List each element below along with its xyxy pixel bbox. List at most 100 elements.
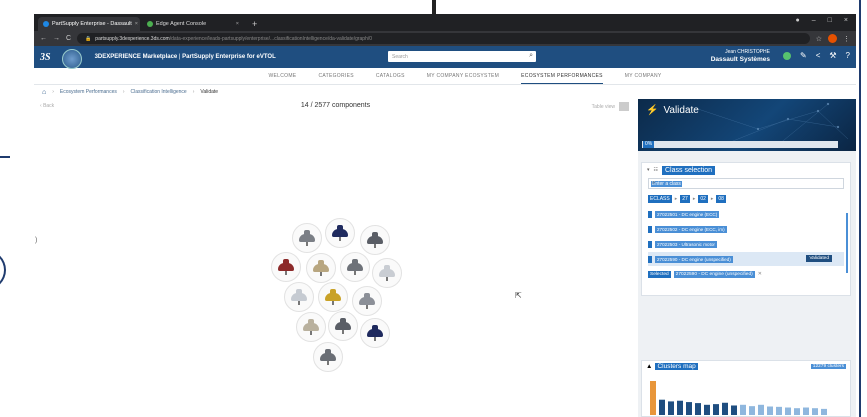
- cluster-bar[interactable]: [794, 408, 800, 415]
- minimize-icon[interactable]: –: [812, 17, 816, 24]
- eclass-level-3[interactable]: 08: [716, 195, 726, 203]
- table-grid-icon: [619, 102, 629, 111]
- nav-item-ecosystem-performances[interactable]: ECOSYSTEM PERFORMANCES: [521, 69, 603, 84]
- star-icon[interactable]: ☆: [816, 35, 822, 43]
- cluster-bar[interactable]: [704, 404, 710, 415]
- nav-item-welcome[interactable]: WELCOME: [269, 73, 297, 79]
- slide-left-margin: [0, 0, 34, 417]
- search-icon[interactable]: ⌕: [529, 52, 533, 60]
- cluster-bar[interactable]: [668, 401, 674, 415]
- cluster-bar[interactable]: [650, 381, 656, 415]
- validated-button[interactable]: Validated: [806, 255, 832, 262]
- close-window-icon[interactable]: ×: [844, 17, 848, 24]
- component-bubble-red[interactable]: [271, 252, 301, 282]
- cluster-bar[interactable]: [758, 404, 764, 415]
- browser-tab-edge-console[interactable]: Edge Agent Console ×: [142, 17, 244, 31]
- home-icon[interactable]: ⌂: [42, 89, 46, 96]
- cluster-bar[interactable]: [659, 399, 665, 415]
- selected-value: 27022590 - DC engine (unspecified): [673, 271, 755, 278]
- profile-avatar[interactable]: [828, 34, 837, 43]
- cluster-bar[interactable]: [812, 408, 818, 415]
- chevron-right-icon: ▸: [692, 196, 696, 202]
- breadcrumb-item-classification-intelligence[interactable]: Classification Intelligence: [131, 89, 187, 95]
- table-view-toggle[interactable]: Table view: [592, 102, 629, 111]
- slide-right-margin: [856, 0, 867, 417]
- user-status-icon[interactable]: [783, 51, 791, 60]
- nav-item-my-company-ecosystem[interactable]: MY COMPANY ECOSYSTEM: [427, 73, 499, 79]
- component-bubble-gray[interactable]: [340, 252, 370, 282]
- class-option[interactable]: 27022502 - DC engine (ECC, im): [648, 222, 844, 236]
- component-bubble-gray[interactable]: [352, 286, 382, 316]
- help-icon[interactable]: ?: [846, 51, 850, 60]
- clear-selection-icon[interactable]: ✕: [758, 272, 762, 277]
- component-bubble-navy[interactable]: [360, 318, 390, 348]
- clusters-bar-chart: [650, 381, 827, 416]
- nav-item-my-company[interactable]: MY COMPANY: [625, 73, 662, 79]
- collapse-left-arrow-icon[interactable]: ): [35, 237, 37, 244]
- class-option-selected[interactable]: 27022590 - DC engine (unspecified) Valid…: [648, 252, 844, 266]
- cluster-bar[interactable]: [677, 400, 683, 415]
- new-tab-button[interactable]: +: [246, 19, 263, 31]
- component-bubble-silver[interactable]: [284, 282, 314, 312]
- cluster-bar[interactable]: [749, 406, 755, 415]
- compose-icon[interactable]: ✎: [800, 51, 807, 60]
- cluster-bar[interactable]: [785, 407, 791, 415]
- back-arrow-icon[interactable]: ←: [40, 35, 47, 42]
- breadcrumb: ⌂ › Ecosystem Performances › Classificat…: [34, 85, 856, 99]
- component-bubble-navy[interactable]: [325, 218, 355, 248]
- cluster-bar[interactable]: [695, 403, 701, 415]
- cluster-bar[interactable]: [767, 406, 773, 416]
- record-icon[interactable]: ●: [796, 17, 800, 24]
- class-list-scrollbar[interactable]: [846, 213, 848, 273]
- reload-icon[interactable]: C: [66, 35, 71, 42]
- maximize-icon[interactable]: □: [828, 17, 832, 24]
- component-bubble-tan[interactable]: [296, 312, 326, 342]
- cluster-bar[interactable]: [686, 402, 692, 415]
- component-bubble-gray[interactable]: [313, 342, 343, 372]
- compass-icon[interactable]: [62, 49, 82, 69]
- tab-label: Edge Agent Console: [156, 21, 207, 27]
- component-bubble-gray[interactable]: [328, 311, 358, 341]
- validate-panel: ⚡ Validate 0% ▾ ☷ Class selection Enter …: [638, 99, 856, 417]
- nav-item-categories[interactable]: CATEGORIES: [318, 73, 353, 79]
- search-input[interactable]: Search ⌕: [388, 51, 536, 62]
- cluster-bar[interactable]: [803, 407, 809, 415]
- collapse-icon[interactable]: ▾: [647, 167, 650, 173]
- tools-icon[interactable]: ⚒: [829, 51, 836, 60]
- component-bubble-gray[interactable]: [360, 225, 390, 255]
- cluster-bar[interactable]: [740, 404, 746, 415]
- browser-tab-partsupply[interactable]: PartSupply Enterprise - Dassault ×: [38, 17, 140, 31]
- eclass-level-1[interactable]: 27: [680, 195, 690, 203]
- motor-icon: [367, 325, 383, 341]
- breadcrumb-item-ecosystem-performances[interactable]: Ecosystem Performances: [60, 89, 117, 95]
- cluster-bar[interactable]: [722, 402, 728, 415]
- class-search-input[interactable]: Enter a class ⌕: [648, 178, 844, 189]
- eclass-level-2[interactable]: 02: [698, 195, 708, 203]
- chevron-right-icon: ▸: [710, 196, 714, 202]
- url-field[interactable]: 🔒 partsupply.3dexperience.3ds.com /data-…: [77, 33, 810, 44]
- user-block[interactable]: Jean CHRISTOPHE Dassault Systèmes: [711, 49, 770, 63]
- cluster-bar[interactable]: [821, 408, 827, 415]
- component-bubble-gold[interactable]: [318, 282, 348, 312]
- class-option[interactable]: 27022501 - DC engine (ECC): [648, 207, 844, 221]
- cluster-bar[interactable]: [776, 406, 782, 415]
- kebab-menu-icon[interactable]: ⋮: [843, 35, 850, 43]
- clusters-title: Clusters map: [655, 362, 698, 370]
- breadcrumb-separator: ›: [122, 89, 125, 95]
- share-icon[interactable]: <: [816, 51, 821, 60]
- cluster-bar[interactable]: [713, 404, 719, 415]
- breadcrumb-separator: ›: [52, 89, 54, 95]
- cluster-bar[interactable]: [731, 405, 737, 415]
- class-selection-header[interactable]: ▾ ☷ Class selection: [642, 163, 850, 177]
- close-tab-icon[interactable]: ×: [236, 21, 239, 27]
- eclass-root[interactable]: ECLASS: [648, 195, 672, 203]
- component-bubble-tan[interactable]: [306, 253, 336, 283]
- 3ds-logo-icon[interactable]: 3S: [40, 52, 51, 63]
- close-tab-icon[interactable]: ×: [135, 21, 138, 27]
- component-bubble-gray[interactable]: [292, 223, 322, 253]
- nav-item-catalogs[interactable]: CATALOGS: [376, 73, 405, 79]
- class-option[interactable]: 27022503 - Ultrasonic motor: [648, 237, 844, 251]
- forward-arrow-icon[interactable]: →: [53, 35, 60, 42]
- component-bubble-silver[interactable]: [372, 258, 402, 288]
- search-icon[interactable]: ⌕: [651, 180, 840, 187]
